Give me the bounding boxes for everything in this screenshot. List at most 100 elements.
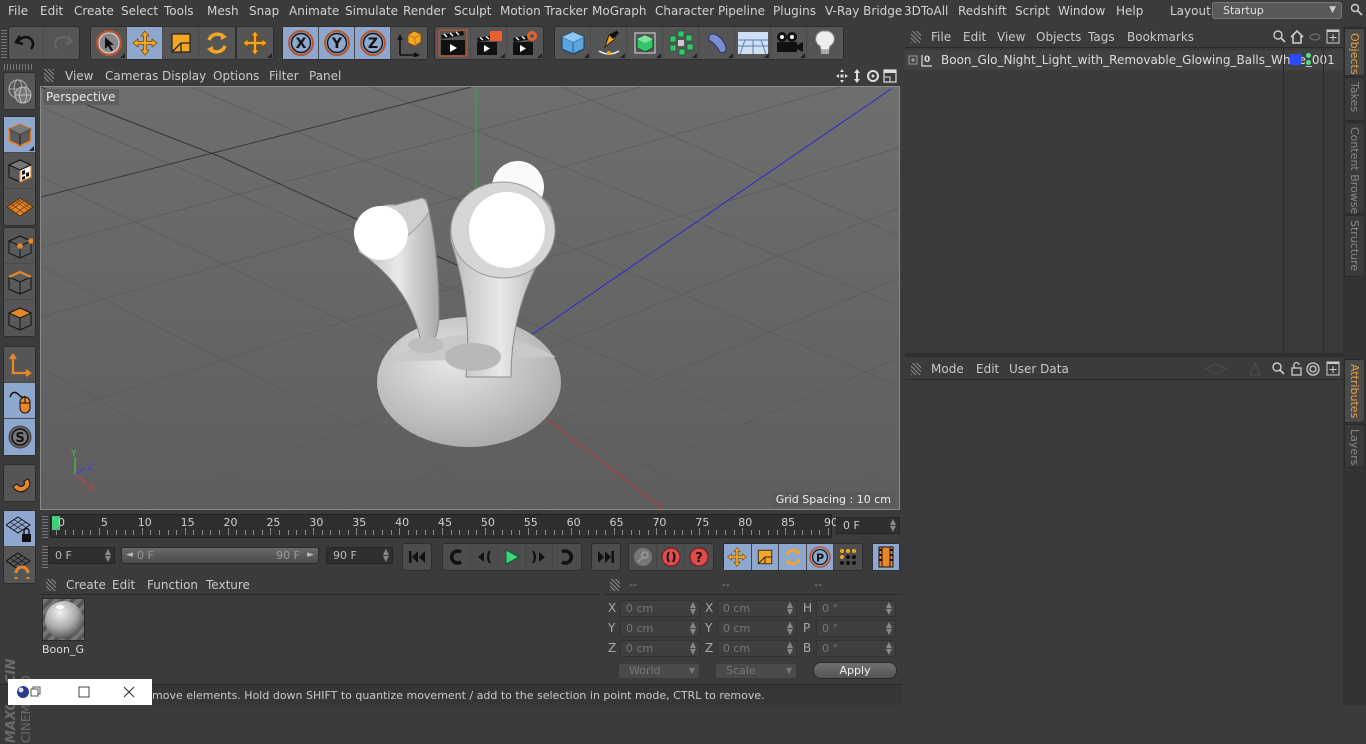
layer-color-swatch[interactable] xyxy=(1290,54,1301,65)
object-manager-grip[interactable] xyxy=(911,31,921,43)
lock-icon[interactable] xyxy=(1291,361,1302,376)
spinner-icon[interactable]: ▲ ▼ xyxy=(886,621,892,636)
goto-end-button[interactable] xyxy=(592,544,620,570)
menu-vray-bridge[interactable]: V-Ray Bridge xyxy=(825,4,902,18)
menu-animate[interactable]: Animate xyxy=(289,4,339,18)
spinner-icon[interactable]: ▲ ▼ xyxy=(787,641,793,656)
cloner-button[interactable] xyxy=(663,27,699,59)
render-settings-button[interactable] xyxy=(507,27,543,59)
key-scale-button[interactable] xyxy=(751,544,780,570)
timeline-window-button[interactable] xyxy=(873,544,899,570)
size-x-field[interactable]: 0 cm ▲ ▼ xyxy=(717,600,797,617)
workplane-mode-button[interactable] xyxy=(4,189,35,225)
spinner-icon[interactable]: ▲ ▼ xyxy=(787,621,793,636)
spinner-icon[interactable]: ▲ ▼ xyxy=(787,601,793,616)
spinner-icon[interactable]: ▲ ▼ xyxy=(105,548,111,563)
expand-icon[interactable] xyxy=(908,55,918,65)
bend-deformer-button[interactable] xyxy=(699,27,735,59)
menu-tools[interactable]: Tools xyxy=(164,4,194,18)
light-button[interactable] xyxy=(807,27,843,59)
menu-select[interactable]: Select xyxy=(121,4,158,18)
render-picture-viewer-button[interactable] xyxy=(471,27,507,59)
key-rotation-button[interactable] xyxy=(779,544,807,570)
range-right-arrow-icon[interactable]: ► xyxy=(307,548,314,563)
undo-button[interactable] xyxy=(9,27,45,59)
cube-object-button[interactable] xyxy=(555,27,591,59)
maximize-icon[interactable] xyxy=(78,686,90,698)
spinner-icon[interactable]: ▲ ▼ xyxy=(886,641,892,656)
viewport-menu-cameras[interactable]: Cameras xyxy=(105,69,158,83)
key-parameter-button[interactable]: P xyxy=(806,544,835,570)
menu-render[interactable]: Render xyxy=(403,4,446,18)
end-frame-field[interactable]: 90 F ▲ ▼ xyxy=(326,547,393,564)
rotate-tool-button[interactable] xyxy=(199,27,235,59)
spinner-icon[interactable]: ▲ ▼ xyxy=(690,621,696,636)
coordinates-grip[interactable] xyxy=(610,579,620,591)
viewport-menu-view[interactable]: View xyxy=(65,69,93,83)
object-name[interactable]: Boon_Glo_Night_Light_with_Removable_Glow… xyxy=(941,53,1335,67)
coordinate-system-button[interactable] xyxy=(391,27,427,59)
enable-axis-button[interactable] xyxy=(4,347,35,383)
texture-mode-button[interactable] xyxy=(4,153,35,189)
spinner-icon[interactable]: ▲ ▼ xyxy=(890,518,896,533)
pos-z-field[interactable]: 0 cm ▲ ▼ xyxy=(620,640,700,657)
attribute-manager-grip[interactable] xyxy=(911,363,921,375)
search-icon[interactable] xyxy=(1273,30,1286,43)
rot-b-field[interactable]: 0 ° ▲ ▼ xyxy=(816,640,896,657)
start-frame-field[interactable]: 0 F ▲ ▼ xyxy=(48,547,115,564)
menu-file[interactable]: File xyxy=(8,4,28,18)
viewport-menu-panel[interactable]: Panel xyxy=(309,69,341,83)
palette-grip[interactable] xyxy=(4,64,34,70)
frame-range-slider[interactable]: ◄ 0 F 90 F ► xyxy=(121,547,319,564)
menu-3dtoall[interactable]: 3DToAll xyxy=(904,4,948,18)
maximize-view-icon[interactable] xyxy=(883,69,897,83)
timeline-grip[interactable] xyxy=(42,516,48,538)
record-active-objects-button[interactable] xyxy=(657,544,685,570)
pen-spline-button[interactable] xyxy=(591,27,627,59)
home-icon[interactable] xyxy=(1290,29,1304,44)
snapping-button[interactable] xyxy=(4,465,35,501)
menu-window[interactable]: Window xyxy=(1058,4,1105,18)
target-icon[interactable] xyxy=(1306,362,1320,376)
camera-button[interactable] xyxy=(771,27,807,59)
key-point-level-button[interactable] xyxy=(834,544,862,570)
menu-help[interactable]: Help xyxy=(1116,4,1143,18)
attribute-menu-user-data[interactable]: User Data xyxy=(1009,362,1069,376)
points-mode-button[interactable] xyxy=(4,228,35,264)
live-selection-button[interactable] xyxy=(91,27,127,59)
orbit-view-icon[interactable] xyxy=(867,70,879,82)
redo-button[interactable] xyxy=(44,27,79,59)
tab-attributes[interactable]: Attributes xyxy=(1344,359,1365,423)
move-tool-button[interactable] xyxy=(127,27,163,59)
render-view-button[interactable] xyxy=(435,27,471,59)
new-panel-icon[interactable] xyxy=(1326,29,1340,44)
apply-button[interactable]: Apply xyxy=(813,662,897,679)
rot-h-field[interactable]: 0 ° ▲ ▼ xyxy=(816,600,896,617)
recent-tool-button[interactable] xyxy=(237,27,273,59)
previous-keyframe-button[interactable] xyxy=(443,544,471,570)
floor-environment-button[interactable] xyxy=(735,27,771,59)
z-axis-lock-button[interactable]: Z xyxy=(355,27,391,59)
viewport-menu-options[interactable]: Options xyxy=(213,69,259,83)
material-menu-edit[interactable]: Edit xyxy=(112,578,135,592)
scale-tool-button[interactable] xyxy=(163,27,199,59)
zoom-view-icon[interactable] xyxy=(854,69,860,83)
edges-mode-button[interactable] xyxy=(4,264,35,300)
material-menu-texture[interactable]: Texture xyxy=(206,578,250,592)
close-icon[interactable] xyxy=(122,685,136,699)
object-menu-tags[interactable]: Tags xyxy=(1088,30,1115,44)
object-menu-bookmarks[interactable]: Bookmarks xyxy=(1127,30,1194,44)
restore-icon[interactable] xyxy=(30,686,42,698)
current-frame-field[interactable]: 0 F ▲ ▼ xyxy=(836,517,900,534)
coordinate-space-dropdown[interactable]: World ▼ xyxy=(618,663,700,679)
subdivision-surface-button[interactable] xyxy=(627,27,663,59)
spinner-icon[interactable]: ▲ ▼ xyxy=(383,548,389,563)
y-axis-lock-button[interactable]: Y xyxy=(319,27,355,59)
rot-p-field[interactable]: 0 ° ▲ ▼ xyxy=(816,620,896,637)
make-editable-button[interactable] xyxy=(4,73,35,109)
material-menu-create[interactable]: Create xyxy=(66,578,106,592)
pan-view-icon[interactable] xyxy=(836,69,848,83)
menu-create[interactable]: Create xyxy=(74,4,114,18)
menu-redshift[interactable]: Redshift xyxy=(958,4,1007,18)
motion-recording-button[interactable] xyxy=(629,544,657,570)
